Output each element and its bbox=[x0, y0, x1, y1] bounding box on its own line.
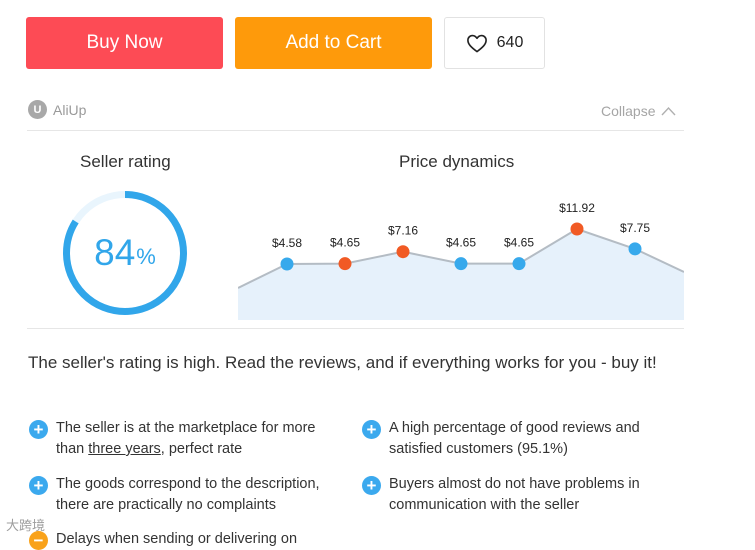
price-label: $4.65 bbox=[504, 236, 534, 250]
collapse-button[interactable]: Collapse bbox=[601, 103, 676, 119]
price-point[interactable] bbox=[338, 257, 352, 271]
plus-circle-icon: + bbox=[362, 420, 381, 439]
price-point[interactable] bbox=[280, 257, 294, 271]
plus-circle-icon: + bbox=[29, 420, 48, 439]
price-label: $11.92 bbox=[559, 201, 595, 215]
feature-line: The goods correspond to the description, bbox=[56, 476, 320, 492]
aliup-brand: U AliUp bbox=[28, 100, 86, 119]
seller-rating-title: Seller rating bbox=[80, 152, 171, 171]
feature-item: + The goods correspond to the descriptio… bbox=[29, 474, 346, 516]
price-label: $7.75 bbox=[620, 221, 650, 235]
heart-icon bbox=[466, 34, 487, 53]
price-dynamics-title: Price dynamics bbox=[399, 152, 515, 171]
buy-now-button[interactable]: Buy Now bbox=[26, 17, 223, 69]
aliup-label: AliUp bbox=[53, 101, 87, 118]
price-point[interactable] bbox=[512, 257, 526, 271]
feature-line: Buyers almost do not have problems in bbox=[389, 476, 640, 492]
price-point[interactable] bbox=[570, 222, 584, 236]
rating-number: 84 bbox=[94, 232, 136, 273]
aliup-logo-icon: U bbox=[28, 100, 47, 119]
price-point[interactable] bbox=[454, 257, 468, 271]
feature-line: satisfied customers (95.1%) bbox=[389, 441, 568, 457]
rating-percent-sign: % bbox=[136, 244, 156, 269]
wishlist-button[interactable]: 640 bbox=[444, 17, 545, 69]
feature-item: + Buyers almost do not have problems in … bbox=[362, 474, 679, 516]
price-point[interactable] bbox=[628, 242, 642, 256]
feature-item: + The seller is at the marketplace for m… bbox=[29, 418, 346, 460]
divider bbox=[27, 130, 684, 131]
price-point[interactable] bbox=[396, 245, 410, 259]
rating-summary: The seller's rating is high. Read the re… bbox=[28, 353, 657, 372]
feature-line: than three years, perfect rate bbox=[56, 439, 346, 460]
divider bbox=[27, 328, 684, 329]
feature-line: communication with the seller bbox=[389, 497, 580, 513]
feature-line: The seller is at the marketplace for mor… bbox=[56, 420, 316, 436]
feature-line: there are practically no complaints bbox=[56, 497, 277, 513]
add-to-cart-button[interactable]: Add to Cart bbox=[235, 17, 432, 69]
feature-item: + A high percentage of good reviews and … bbox=[362, 418, 679, 460]
wishlist-count: 640 bbox=[496, 34, 524, 51]
price-dynamics-chart: $4.58 $4.65 $7.16 $4.65 $4.65 $11.92 $7.75 bbox=[238, 201, 684, 320]
feature-text: , perfect rate bbox=[160, 441, 243, 457]
seller-rating-value: 84% bbox=[58, 186, 192, 320]
three-years-link[interactable]: three years bbox=[88, 441, 161, 457]
collapse-label: Collapse bbox=[601, 103, 656, 119]
price-label: $4.65 bbox=[330, 236, 360, 250]
chevron-up-icon bbox=[661, 106, 676, 116]
price-label: $7.16 bbox=[388, 224, 418, 238]
feature-text: than bbox=[56, 441, 89, 457]
plus-circle-icon: + bbox=[29, 476, 48, 495]
watermark: 大跨境 bbox=[6, 518, 46, 533]
feature-line: A high percentage of good reviews and bbox=[389, 420, 640, 436]
plus-circle-icon: + bbox=[362, 476, 381, 495]
price-label: $4.58 bbox=[272, 236, 302, 250]
price-label: $4.65 bbox=[446, 236, 476, 250]
